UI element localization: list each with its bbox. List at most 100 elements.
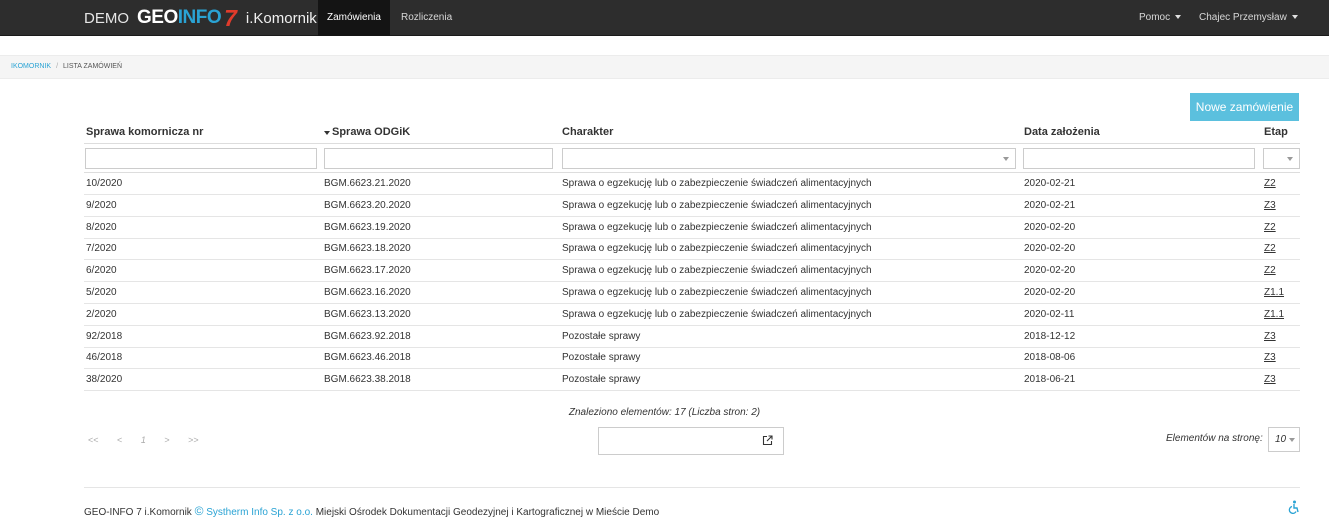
logo-info: INFO xyxy=(177,7,222,28)
column-header-odgik-label: Sprawa ODGiK xyxy=(332,126,411,138)
cell-data: 2020-02-20 xyxy=(1024,287,1076,298)
header-divider xyxy=(84,143,1300,144)
table-row[interactable]: 10/2020 BGM.6623.21.2020 Sprawa o egzekucj… xyxy=(84,173,1300,195)
footer: GEO-INFO 7 i.Komornik © Systherm Info Sp… xyxy=(84,504,659,518)
breadcrumb-root[interactable]: IKOMORNIK xyxy=(11,63,51,70)
cell-nr: 10/2020 xyxy=(86,178,123,189)
cell-nr: 2/2020 xyxy=(86,308,117,320)
cell-charakter: Sprawa o egzekucję lub o zabezpieczenie … xyxy=(562,308,872,320)
cell-data: 2020-02-20 xyxy=(1024,221,1076,233)
cell-data: 2020-02-21 xyxy=(1024,178,1076,189)
cell-charakter: Pozostałe sprawy xyxy=(562,374,641,386)
cell-odgik: BGM.6623.20.2020 xyxy=(324,199,411,211)
footer-prefix: GEO-INFO 7 i.Komornik xyxy=(84,507,192,518)
column-header-data[interactable]: Data założenia xyxy=(1024,126,1100,138)
top-navbar: DEMO GEO INFO 7 i.Komornik Zamówienia Rozl… xyxy=(0,0,1329,36)
column-header-nr[interactable]: Sprawa komornicza nr xyxy=(86,126,203,138)
cell-charakter: Sprawa o egzekucję lub o zabezpieczenie … xyxy=(562,178,872,189)
cell-nr: 38/2020 xyxy=(86,374,123,386)
cell-nr: 9/2020 xyxy=(86,199,117,211)
table-row[interactable]: 38/2020 BGM.6623.38.2018 Pozostałe sprawy 2… xyxy=(84,369,1300,392)
cell-nr: 5/2020 xyxy=(86,287,117,298)
cell-data: 2020-02-11 xyxy=(1024,308,1075,320)
cell-data: 2018-06-21 xyxy=(1024,374,1076,386)
last-page-button[interactable]: >> xyxy=(188,435,199,445)
user-menu[interactable]: Chajec Przemysław xyxy=(1190,0,1307,36)
table-row[interactable]: 92/2018 BGM.6623.92.2018 Pozostałe sprawy 2… xyxy=(84,326,1300,348)
page-jump-input[interactable] xyxy=(598,427,784,455)
app-name: i.Komornik xyxy=(245,9,317,27)
column-header-etap[interactable]: Etap xyxy=(1264,126,1288,138)
per-page-select[interactable]: 10 xyxy=(1268,427,1300,452)
column-header-odgik[interactable]: Sprawa ODGiK xyxy=(324,126,410,138)
cell-nr: 6/2020 xyxy=(86,265,117,277)
table-row[interactable]: 5/2020 BGM.6623.16.2020 Sprawa o egzekucję… xyxy=(84,282,1300,304)
pager: << < 1 > >> xyxy=(88,435,215,445)
cell-etap[interactable]: Z2 xyxy=(1264,238,1276,259)
cell-charakter: Sprawa o egzekucję lub o zabezpieczenie … xyxy=(562,243,872,255)
cell-etap[interactable]: Z3 xyxy=(1264,195,1276,216)
copyright-icon: © xyxy=(194,504,204,518)
company-link[interactable]: Systherm Info Sp. z o.o. xyxy=(206,507,313,518)
filter-etap-select[interactable] xyxy=(1263,148,1300,169)
cell-odgik: BGM.6623.92.2018 xyxy=(324,330,411,342)
accessibility-icon[interactable] xyxy=(1288,500,1300,514)
first-page-button[interactable]: << xyxy=(88,435,99,445)
help-menu[interactable]: Pomoc xyxy=(1130,0,1190,36)
filter-data-input[interactable] xyxy=(1023,148,1255,169)
footer-divider xyxy=(84,487,1300,488)
chevron-down-icon xyxy=(1289,438,1295,442)
cell-etap[interactable]: Z3 xyxy=(1264,369,1276,390)
new-order-button[interactable]: Nowe zamówienie xyxy=(1190,93,1299,121)
prev-page-button[interactable]: < xyxy=(117,435,122,445)
cell-charakter: Pozostałe sprawy xyxy=(562,352,641,364)
user-name: Chajec Przemysław xyxy=(1199,12,1287,23)
tab-rozliczenia[interactable]: Rozliczenia xyxy=(392,0,461,36)
cell-odgik: BGM.6623.16.2020 xyxy=(324,287,411,298)
cell-data: 2020-02-20 xyxy=(1024,265,1076,277)
chevron-down-icon xyxy=(1291,15,1298,19)
cell-etap[interactable]: Z2 xyxy=(1264,260,1276,281)
tab-zamowienia[interactable]: Zamówienia xyxy=(318,0,390,36)
cell-odgik: BGM.6623.38.2018 xyxy=(324,374,411,386)
cell-etap[interactable]: Z1.1 xyxy=(1264,282,1284,303)
breadcrumb-separator: / xyxy=(56,63,59,70)
breadcrumb: IKOMORNIK / LISTA ZAMÓWIEŃ xyxy=(0,55,1329,79)
per-page-label: Elementów na stronę: xyxy=(1166,433,1263,444)
cell-data: 2018-12-12 xyxy=(1024,330,1076,342)
cell-nr: 92/2018 xyxy=(86,330,123,342)
table-row[interactable]: 46/2018 BGM.6623.46.2018 Pozostałe sprawy 2… xyxy=(84,347,1300,370)
footer-suffix: Miejski Ośrodek Dokumentacji Geodezyjnej… xyxy=(315,507,660,518)
cell-etap[interactable]: Z2 xyxy=(1264,173,1276,194)
cell-odgik: BGM.6623.18.2020 xyxy=(324,243,411,255)
per-page-value: 10 xyxy=(1275,434,1287,445)
next-page-button[interactable]: > xyxy=(164,435,169,445)
cell-etap[interactable]: Z3 xyxy=(1264,326,1276,347)
current-page[interactable]: 1 xyxy=(141,435,146,445)
found-count: Znaleziono elementów: 17 (Liczba stron: … xyxy=(568,407,761,418)
brand-logo[interactable]: DEMO GEO INFO 7 i.Komornik xyxy=(84,0,317,36)
cell-data: 2018-08-06 xyxy=(1024,352,1076,364)
filter-charakter-select[interactable] xyxy=(562,148,1016,169)
table-row[interactable]: 7/2020 BGM.6623.18.2020 Sprawa o egzekucję… xyxy=(84,238,1300,261)
cell-etap[interactable]: Z2 xyxy=(1264,217,1276,238)
filter-odgik-input[interactable] xyxy=(324,148,553,169)
filter-nr-input[interactable] xyxy=(85,148,317,169)
external-link-icon[interactable] xyxy=(762,435,773,446)
cell-odgik: BGM.6623.19.2020 xyxy=(324,221,411,233)
cell-charakter: Sprawa o egzekucję lub o zabezpieczenie … xyxy=(562,287,872,298)
table-row[interactable]: 8/2020 BGM.6623.19.2020 Sprawa o egzekucję… xyxy=(84,217,1300,239)
table-row[interactable]: 9/2020 BGM.6623.20.2020 Sprawa o egzekucję… xyxy=(84,195,1300,217)
cell-charakter: Pozostałe sprawy xyxy=(562,330,641,342)
cell-etap[interactable]: Z1.1 xyxy=(1264,304,1284,325)
chevron-down-icon xyxy=(1287,157,1293,161)
table-row[interactable]: 2/2020 BGM.6623.13.2020 Sprawa o egzekucję… xyxy=(84,304,1300,326)
column-header-charakter[interactable]: Charakter xyxy=(562,126,613,138)
cell-charakter: Sprawa o egzekucję lub o zabezpieczenie … xyxy=(562,265,872,277)
cell-odgik: BGM.6623.46.2018 xyxy=(324,352,411,364)
help-label: Pomoc xyxy=(1139,12,1171,23)
cell-data: 2020-02-20 xyxy=(1024,243,1076,255)
table-row[interactable]: 6/2020 BGM.6623.17.2020 Sprawa o egzekucję… xyxy=(84,260,1300,283)
cell-nr: 8/2020 xyxy=(86,221,117,233)
cell-etap[interactable]: Z3 xyxy=(1264,347,1276,368)
